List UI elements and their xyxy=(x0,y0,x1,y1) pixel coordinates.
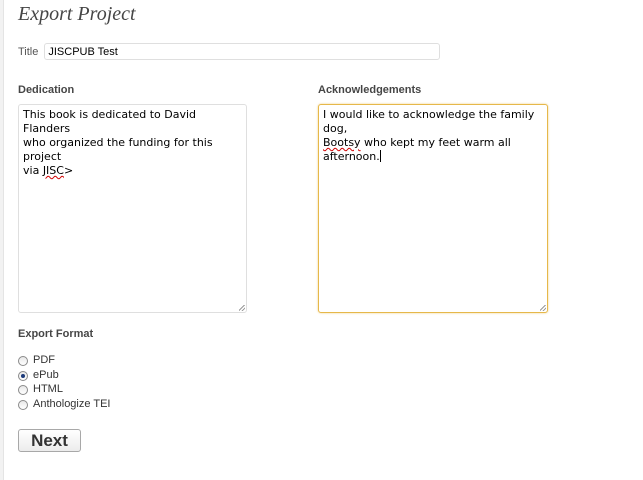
export-format-heading: Export Format xyxy=(18,328,94,340)
dedication-heading: Dedication xyxy=(18,84,75,96)
dedication-misspelled-word: JISC xyxy=(42,164,64,177)
title-label: Title xyxy=(18,45,39,58)
format-option-html[interactable]: HTML xyxy=(18,382,110,397)
format-option-tei[interactable]: Anthologize TEI xyxy=(18,397,110,412)
next-button[interactable]: Next xyxy=(18,429,81,452)
title-field-row: Title xyxy=(18,43,441,60)
format-option-pdf[interactable]: PDF xyxy=(18,353,110,368)
dedication-textarea[interactable]: This book is dedicated to David Flanders… xyxy=(18,104,247,313)
radio-tei[interactable] xyxy=(18,399,28,410)
title-input[interactable] xyxy=(44,43,441,60)
acknowledgements-textarea[interactable]: I would like to acknowledge the family d… xyxy=(318,104,548,313)
resize-grip-icon[interactable] xyxy=(239,305,245,311)
dedication-text-end: > xyxy=(63,164,74,177)
radio-epub[interactable] xyxy=(18,370,28,381)
radio-label-html: HTML xyxy=(33,383,63,396)
export-format-options: PDF ePub HTML Anthologize TEI xyxy=(18,353,110,411)
radio-label-tei: Anthologize TEI xyxy=(33,397,111,410)
acknowledgements-text: I would like to acknowledge the family d… xyxy=(323,108,535,135)
format-option-epub[interactable]: ePub xyxy=(18,368,110,383)
radio-html[interactable] xyxy=(18,385,28,396)
admin-left-rail xyxy=(0,0,4,480)
text-caret xyxy=(379,150,381,162)
acknowledgements-heading: Acknowledgements xyxy=(318,84,422,96)
acknowledgements-misspelled-word: Bootsy xyxy=(323,136,361,149)
radio-label-pdf: PDF xyxy=(33,354,55,367)
radio-pdf[interactable] xyxy=(18,356,28,367)
radio-label-epub: ePub xyxy=(33,368,59,381)
resize-grip-icon[interactable] xyxy=(540,305,546,311)
page-title: Export Project xyxy=(18,3,136,25)
